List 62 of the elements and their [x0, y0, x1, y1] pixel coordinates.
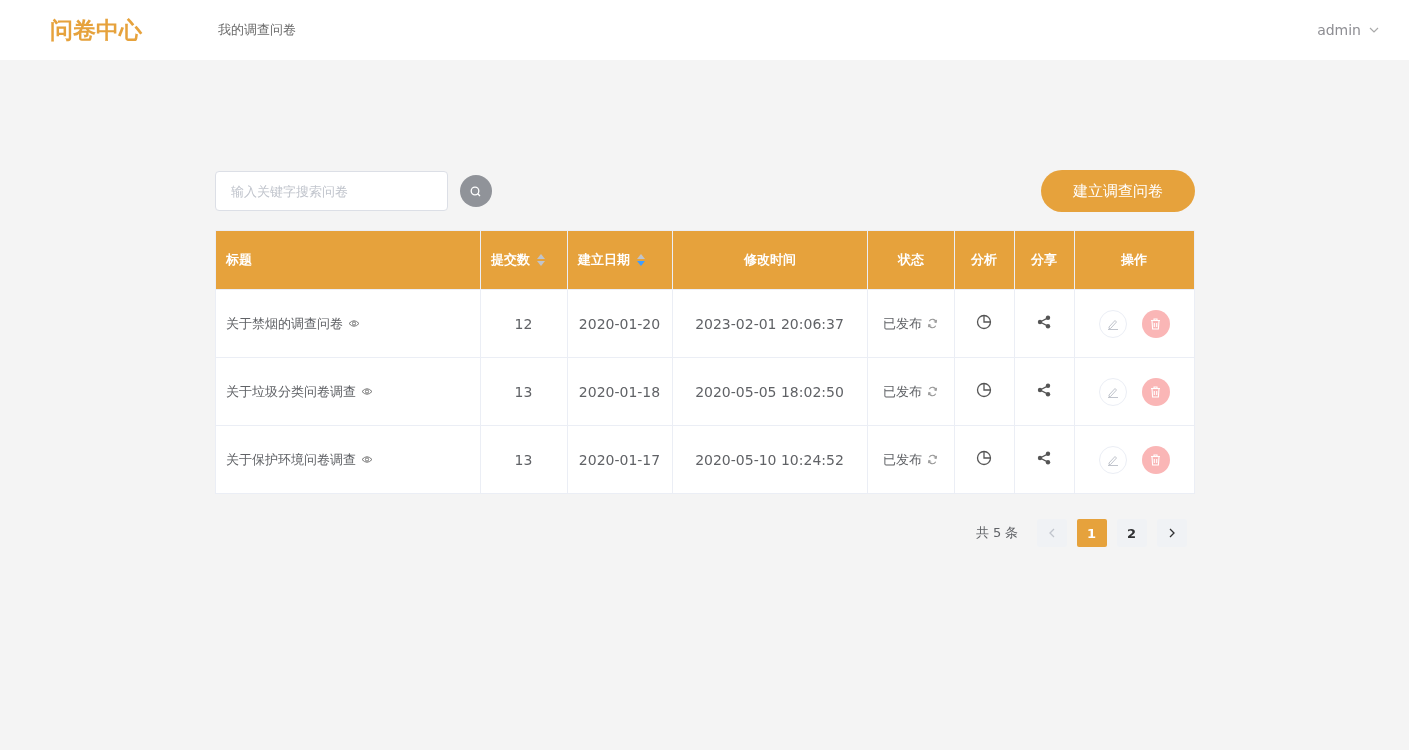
trash-icon — [1150, 453, 1161, 466]
column-header[interactable]: 提交数 — [490, 251, 530, 269]
status-text: 已发布 — [883, 450, 922, 469]
chevron-down-icon — [1369, 27, 1379, 33]
table-cell: 2020-05-05 18:02:50 — [695, 383, 844, 400]
eye-icon[interactable] — [360, 455, 373, 464]
delete-button[interactable] — [1141, 377, 1170, 406]
pie-chart-icon[interactable] — [976, 314, 992, 330]
column-header: 操作 — [1121, 251, 1147, 269]
table-cell: 关于禁烟的调查问卷 — [225, 314, 343, 333]
share-icon[interactable] — [1037, 451, 1051, 465]
page-button[interactable]: 2 — [1116, 519, 1147, 547]
column-header: 修改时间 — [743, 251, 796, 269]
column-header: 分析 — [971, 251, 997, 269]
next-page-button[interactable] — [1156, 519, 1187, 547]
total-count: 共 5 条 — [975, 524, 1019, 542]
table-cell: 关于保护环境问卷调查 — [225, 450, 356, 469]
search-icon — [470, 185, 481, 197]
trash-icon — [1150, 317, 1161, 330]
search-button[interactable] — [459, 175, 492, 207]
refresh-icon[interactable] — [927, 318, 938, 329]
edit-button[interactable] — [1098, 309, 1127, 338]
table-cell: 13 — [514, 383, 533, 400]
refresh-icon[interactable] — [927, 386, 938, 397]
nav-link[interactable]: 我的调查问卷 — [218, 21, 296, 39]
share-icon[interactable] — [1037, 383, 1051, 397]
column-header: 标题 — [225, 251, 252, 269]
logo: 问卷中心 — [50, 15, 143, 45]
sort-icon[interactable] — [635, 253, 646, 267]
column-header: 状态 — [897, 251, 924, 269]
table-cell: 12 — [514, 315, 533, 332]
refresh-icon[interactable] — [927, 454, 938, 465]
status-text: 已发布 — [883, 314, 922, 333]
pencil-icon — [1106, 317, 1119, 330]
trash-icon — [1150, 385, 1161, 398]
pencil-icon — [1106, 453, 1119, 466]
user-menu[interactable]: admin — [1317, 22, 1379, 38]
pie-chart-icon[interactable] — [976, 450, 992, 466]
pie-chart-icon[interactable] — [976, 382, 992, 398]
delete-button[interactable] — [1141, 309, 1170, 338]
column-header: 分享 — [1031, 251, 1057, 269]
table-cell: 2020-05-10 10:24:52 — [695, 451, 844, 468]
column-header[interactable]: 建立日期 — [577, 251, 630, 269]
table-cell: 2020-01-20 — [578, 315, 661, 332]
create-button[interactable]: 建立调查问卷 — [1040, 170, 1195, 212]
search-field[interactable]: 输入关键字搜索问卷 — [214, 171, 448, 211]
share-icon[interactable] — [1037, 315, 1051, 329]
edit-button[interactable] — [1098, 445, 1127, 474]
status-text: 已发布 — [883, 382, 922, 401]
eye-icon[interactable] — [360, 387, 373, 396]
table-cell: 2023-02-01 20:06:37 — [695, 315, 844, 332]
table-cell: 13 — [514, 451, 533, 468]
pencil-icon — [1106, 385, 1119, 398]
edit-button[interactable] — [1098, 377, 1127, 406]
chevron-right-icon — [1168, 528, 1175, 538]
page-button[interactable]: 1 — [1076, 519, 1107, 547]
table-cell: 关于垃圾分类问卷调查 — [225, 382, 356, 401]
eye-icon[interactable] — [347, 319, 360, 328]
delete-button[interactable] — [1141, 445, 1170, 474]
chevron-left-icon — [1048, 528, 1055, 538]
table-cell: 2020-01-18 — [578, 383, 661, 400]
table-cell: 2020-01-17 — [578, 451, 661, 468]
